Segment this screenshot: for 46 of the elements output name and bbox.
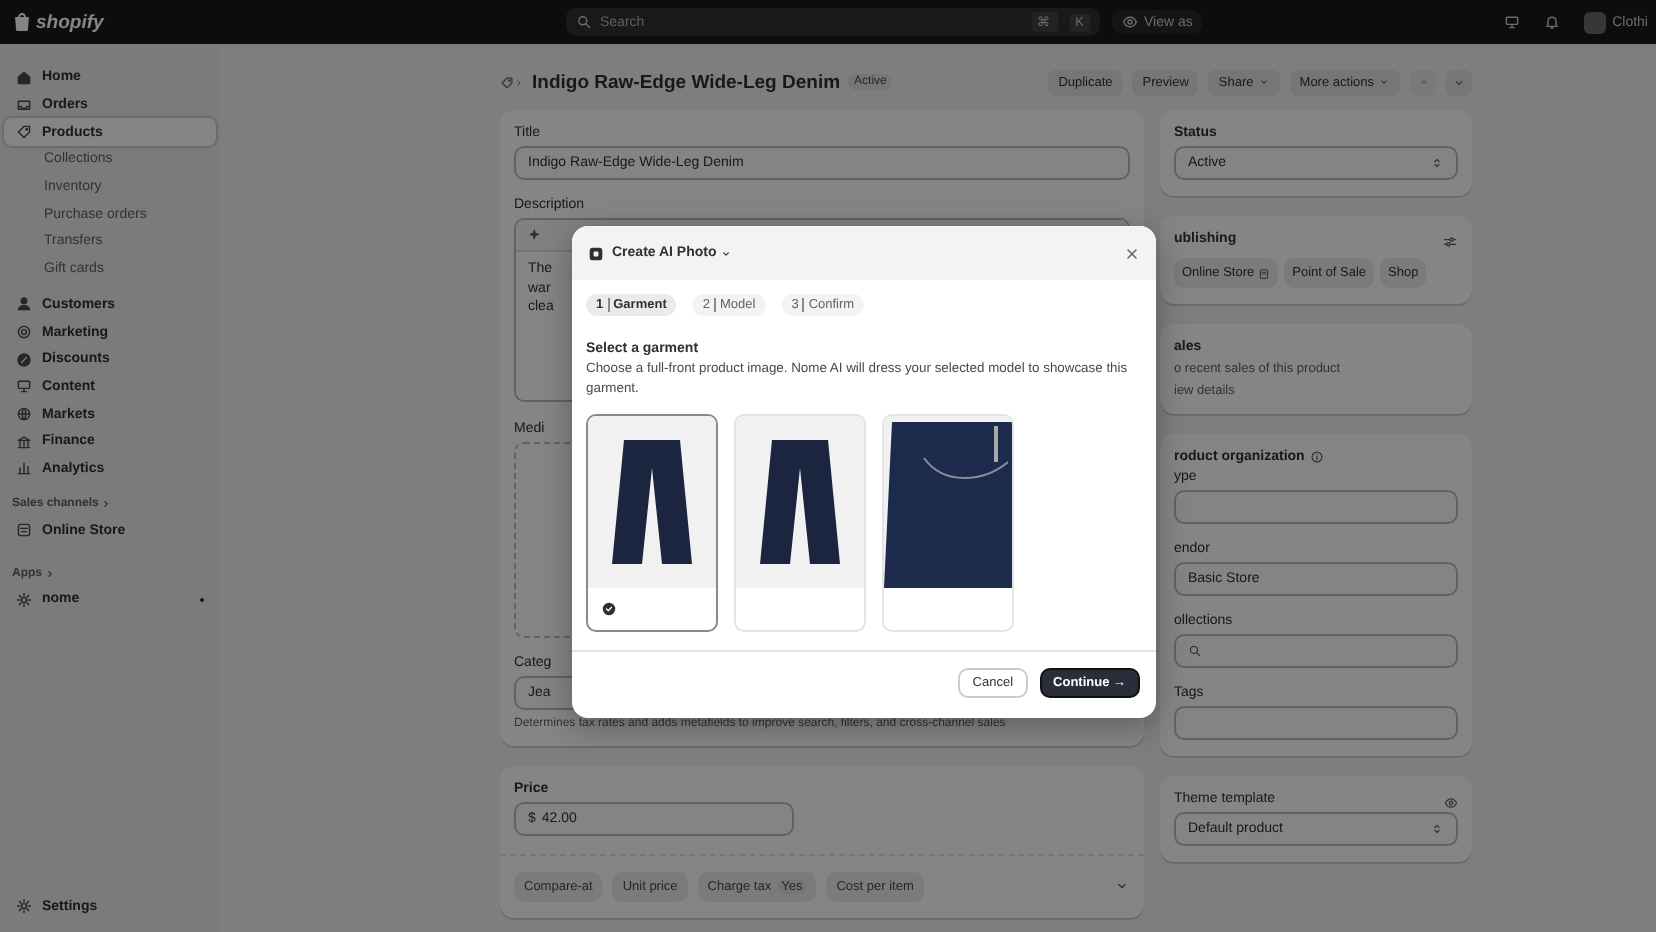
eye-icon xyxy=(1444,795,1458,809)
logo-text: shopify xyxy=(36,11,104,33)
info-icon xyxy=(1310,450,1325,464)
house-icon xyxy=(16,69,32,86)
text-field[interactable] xyxy=(1174,490,1458,524)
shopping-bag-icon xyxy=(12,12,32,32)
next-button[interactable] xyxy=(1446,69,1472,95)
sliders-icon xyxy=(1442,234,1458,250)
search-icon xyxy=(1188,644,1202,658)
tag-icon xyxy=(16,124,32,141)
discount-badge-icon xyxy=(16,351,32,368)
gear-icon xyxy=(16,898,32,915)
target-icon xyxy=(16,324,32,341)
bank-icon xyxy=(16,433,32,450)
garment-option[interactable] xyxy=(586,414,718,632)
bar-chart-icon xyxy=(16,460,32,477)
storefront-icon xyxy=(16,522,32,539)
bell-icon xyxy=(1544,14,1561,30)
chevron-right-icon xyxy=(44,567,56,579)
gear-icon xyxy=(16,591,32,608)
person-icon xyxy=(16,296,32,313)
chevron-down-icon xyxy=(720,247,733,259)
up-down-arrows-icon xyxy=(1430,822,1444,836)
sparkle-icon xyxy=(528,228,542,242)
eye-icon xyxy=(1122,14,1138,30)
search-icon xyxy=(576,14,592,30)
up-down-arrows-icon xyxy=(1430,156,1444,170)
tray-icon xyxy=(16,97,32,114)
close-button[interactable] xyxy=(1124,245,1140,261)
text-field[interactable] xyxy=(1174,706,1458,740)
globe-icon xyxy=(16,406,32,423)
cube-icon xyxy=(588,245,604,261)
product-title: Indigo Raw-Edge Wide-Leg Denim xyxy=(532,71,841,93)
monitor-icon xyxy=(1504,14,1521,30)
chevron-down-icon xyxy=(1452,75,1466,89)
chevron-down-icon xyxy=(1257,76,1270,88)
jeans-drawing xyxy=(756,436,844,569)
tag-icon xyxy=(500,75,514,89)
store-avatar xyxy=(1584,11,1607,33)
search-field[interactable] xyxy=(1174,634,1458,668)
check-circle-icon xyxy=(602,602,616,617)
monitor-icon xyxy=(16,378,32,395)
chevron-down-icon xyxy=(1378,76,1390,88)
jeans-drawing xyxy=(608,436,696,569)
chevron-right-icon xyxy=(100,497,113,510)
close-icon xyxy=(1124,245,1140,261)
